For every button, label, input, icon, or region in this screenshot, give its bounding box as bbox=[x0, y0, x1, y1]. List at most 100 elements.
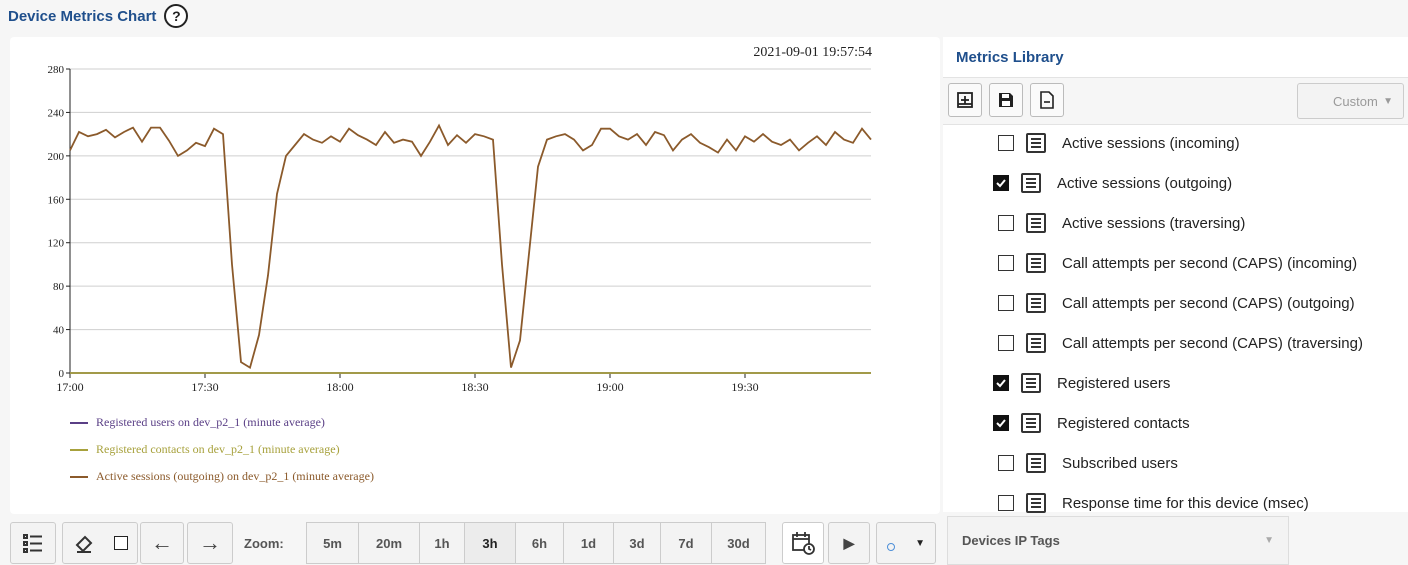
eraser-toggle-button[interactable] bbox=[62, 522, 138, 564]
x-tick-label: 17:30 bbox=[191, 380, 218, 394]
legend-swatch bbox=[70, 448, 88, 451]
chart-legend: Registered users on dev_p2_1 (minute ave… bbox=[70, 409, 374, 490]
document-icon bbox=[1026, 493, 1046, 513]
x-tick-label: 17:00 bbox=[56, 380, 83, 394]
zoom-button-1h[interactable]: 1h bbox=[419, 522, 465, 564]
metric-label: Call attempts per second (CAPS) (incomin… bbox=[1062, 254, 1358, 272]
metrics-library-title: Metrics Library bbox=[956, 49, 1064, 66]
save-button[interactable] bbox=[989, 83, 1023, 117]
zoom-button-6h[interactable]: 6h bbox=[515, 522, 564, 564]
metric-label: Subscribed users bbox=[1062, 454, 1178, 472]
legend-swatch bbox=[70, 475, 88, 478]
back-button[interactable]: ← bbox=[140, 522, 184, 564]
play-button[interactable]: ▶ bbox=[828, 522, 870, 564]
y-tick-label: 200 bbox=[48, 151, 65, 163]
zoom-button-7d[interactable]: 7d bbox=[660, 522, 712, 564]
metric-checkbox[interactable] bbox=[998, 215, 1014, 231]
metric-label: Registered contacts bbox=[1057, 414, 1190, 432]
metric-checkbox[interactable] bbox=[993, 175, 1009, 191]
zoom-button-3h[interactable]: 3h bbox=[464, 522, 516, 564]
calendar-button[interactable] bbox=[782, 522, 824, 564]
zoom-button-30d[interactable]: 30d bbox=[711, 522, 766, 564]
metric-item[interactable]: Call attempts per second (CAPS) (travers… bbox=[998, 323, 1363, 363]
y-tick-label: 160 bbox=[48, 194, 65, 206]
metric-item[interactable]: Subscribed users bbox=[998, 443, 1178, 483]
calendar-clock-icon bbox=[792, 532, 815, 555]
document-icon bbox=[1026, 133, 1046, 153]
legend-item[interactable]: Registered contacts on dev_p2_1 (minute … bbox=[70, 436, 374, 463]
x-tick-label: 18:00 bbox=[326, 380, 353, 394]
legend-item[interactable]: Registered users on dev_p2_1 (minute ave… bbox=[70, 409, 374, 436]
devices-ip-tags-select[interactable]: Devices IP Tags ▼ bbox=[947, 516, 1289, 565]
chart-plot: 0 40 80 120 160 200 240 280 17:00 17:30 18:00 18:30… bbox=[48, 64, 872, 394]
metric-item[interactable]: Active sessions (traversing) bbox=[998, 203, 1245, 243]
metric-checkbox[interactable] bbox=[993, 415, 1009, 431]
metric-checkbox[interactable] bbox=[993, 375, 1009, 391]
page-title: Device Metrics Chart ? bbox=[8, 4, 189, 28]
metric-label: Active sessions (traversing) bbox=[1062, 214, 1246, 232]
zoom-label: Zoom: bbox=[244, 536, 284, 551]
metric-label: Active sessions (incoming) bbox=[1062, 134, 1240, 152]
metric-label: Response time for this device (msec) bbox=[1062, 494, 1309, 512]
metric-checkbox[interactable] bbox=[998, 255, 1014, 271]
document-icon bbox=[1026, 253, 1046, 273]
y-tick-label: 40 bbox=[53, 325, 65, 337]
y-tick-label: 80 bbox=[53, 281, 65, 293]
file-export-icon bbox=[1040, 91, 1054, 109]
refresh-interval-dropdown[interactable]: ▼ bbox=[876, 522, 936, 564]
export-button[interactable] bbox=[1030, 83, 1064, 117]
metric-checkbox[interactable] bbox=[998, 135, 1014, 151]
x-tick-label: 19:00 bbox=[596, 380, 623, 394]
metric-checkbox[interactable] bbox=[998, 495, 1014, 511]
document-icon bbox=[1026, 213, 1046, 233]
metric-checkbox[interactable] bbox=[998, 295, 1014, 311]
y-tick-label: 280 bbox=[48, 64, 65, 76]
document-icon bbox=[1021, 413, 1041, 433]
document-icon bbox=[1026, 453, 1046, 473]
chart-toolbar: ← → Zoom: ▶ ▼ 5m 20m 1h 3h 6h 1d 3d 7d 30d bbox=[10, 518, 940, 565]
metric-item[interactable]: Call attempts per second (CAPS) (incomin… bbox=[998, 243, 1357, 283]
legend-label: Registered users on dev_p2_1 (minute ave… bbox=[96, 415, 325, 429]
metric-item[interactable]: Call attempts per second (CAPS) (outgoin… bbox=[998, 283, 1355, 323]
metric-label: Call attempts per second (CAPS) (travers… bbox=[1062, 334, 1363, 352]
legend-label: Active sessions (outgoing) on dev_p2_1 (… bbox=[96, 469, 374, 483]
metric-checkbox[interactable] bbox=[998, 335, 1014, 351]
help-icon[interactable]: ? bbox=[164, 4, 189, 28]
forward-button[interactable]: → bbox=[187, 522, 233, 564]
add-box-icon bbox=[957, 92, 973, 108]
legend-swatch bbox=[70, 421, 88, 424]
list-view-button[interactable] bbox=[10, 522, 56, 564]
metric-checkbox[interactable] bbox=[998, 455, 1014, 471]
metric-label: Active sessions (outgoing) bbox=[1057, 174, 1233, 192]
zoom-button-3d[interactable]: 3d bbox=[613, 522, 661, 564]
metric-item[interactable]: Active sessions (outgoing) bbox=[993, 163, 1232, 203]
zoom-button-5m[interactable]: 5m bbox=[306, 522, 359, 564]
page-title-text: Device Metrics Chart bbox=[8, 7, 157, 25]
metric-item[interactable]: Registered contacts bbox=[993, 403, 1190, 443]
preset-select[interactable]: Custom ▼ bbox=[1297, 83, 1404, 119]
x-tick-label: 18:30 bbox=[461, 380, 488, 394]
zoom-button-20m[interactable]: 20m bbox=[358, 522, 420, 564]
x-tick-label: 19:30 bbox=[731, 380, 758, 394]
refresh-dot-icon bbox=[887, 543, 896, 551]
legend-label: Registered contacts on dev_p2_1 (minute … bbox=[96, 442, 340, 456]
zoom-button-1d[interactable]: 1d bbox=[563, 522, 614, 564]
metrics-library-panel: Metrics Library Custom ▼ Active sessions… bbox=[943, 37, 1408, 513]
y-tick-label: 120 bbox=[48, 238, 65, 250]
preset-select-value: Custom bbox=[1333, 93, 1378, 109]
chevron-down-icon: ▼ bbox=[1383, 95, 1393, 107]
eraser-checkbox[interactable] bbox=[113, 536, 128, 550]
devices-ip-tags-label: Devices IP Tags bbox=[962, 533, 1060, 548]
add-metric-button[interactable] bbox=[948, 83, 982, 117]
metric-label: Registered users bbox=[1057, 374, 1171, 392]
metric-label: Call attempts per second (CAPS) (outgoin… bbox=[1062, 294, 1355, 312]
chart-card: 0 40 80 120 160 200 240 280 17:00 17:30 18:00 18:30… bbox=[10, 37, 940, 514]
legend-item[interactable]: Active sessions (outgoing) on dev_p2_1 (… bbox=[70, 463, 374, 490]
chevron-down-icon: ▼ bbox=[915, 537, 925, 549]
metrics-library-toolbar: Custom ▼ bbox=[943, 77, 1408, 125]
metric-item[interactable]: Registered users bbox=[993, 363, 1170, 403]
chart-timestamp: 2021-09-01 19:57:54 bbox=[753, 45, 872, 60]
metric-item[interactable]: Active sessions (incoming) bbox=[998, 123, 1240, 163]
document-icon bbox=[1021, 373, 1041, 393]
y-tick-label: 240 bbox=[48, 107, 65, 119]
